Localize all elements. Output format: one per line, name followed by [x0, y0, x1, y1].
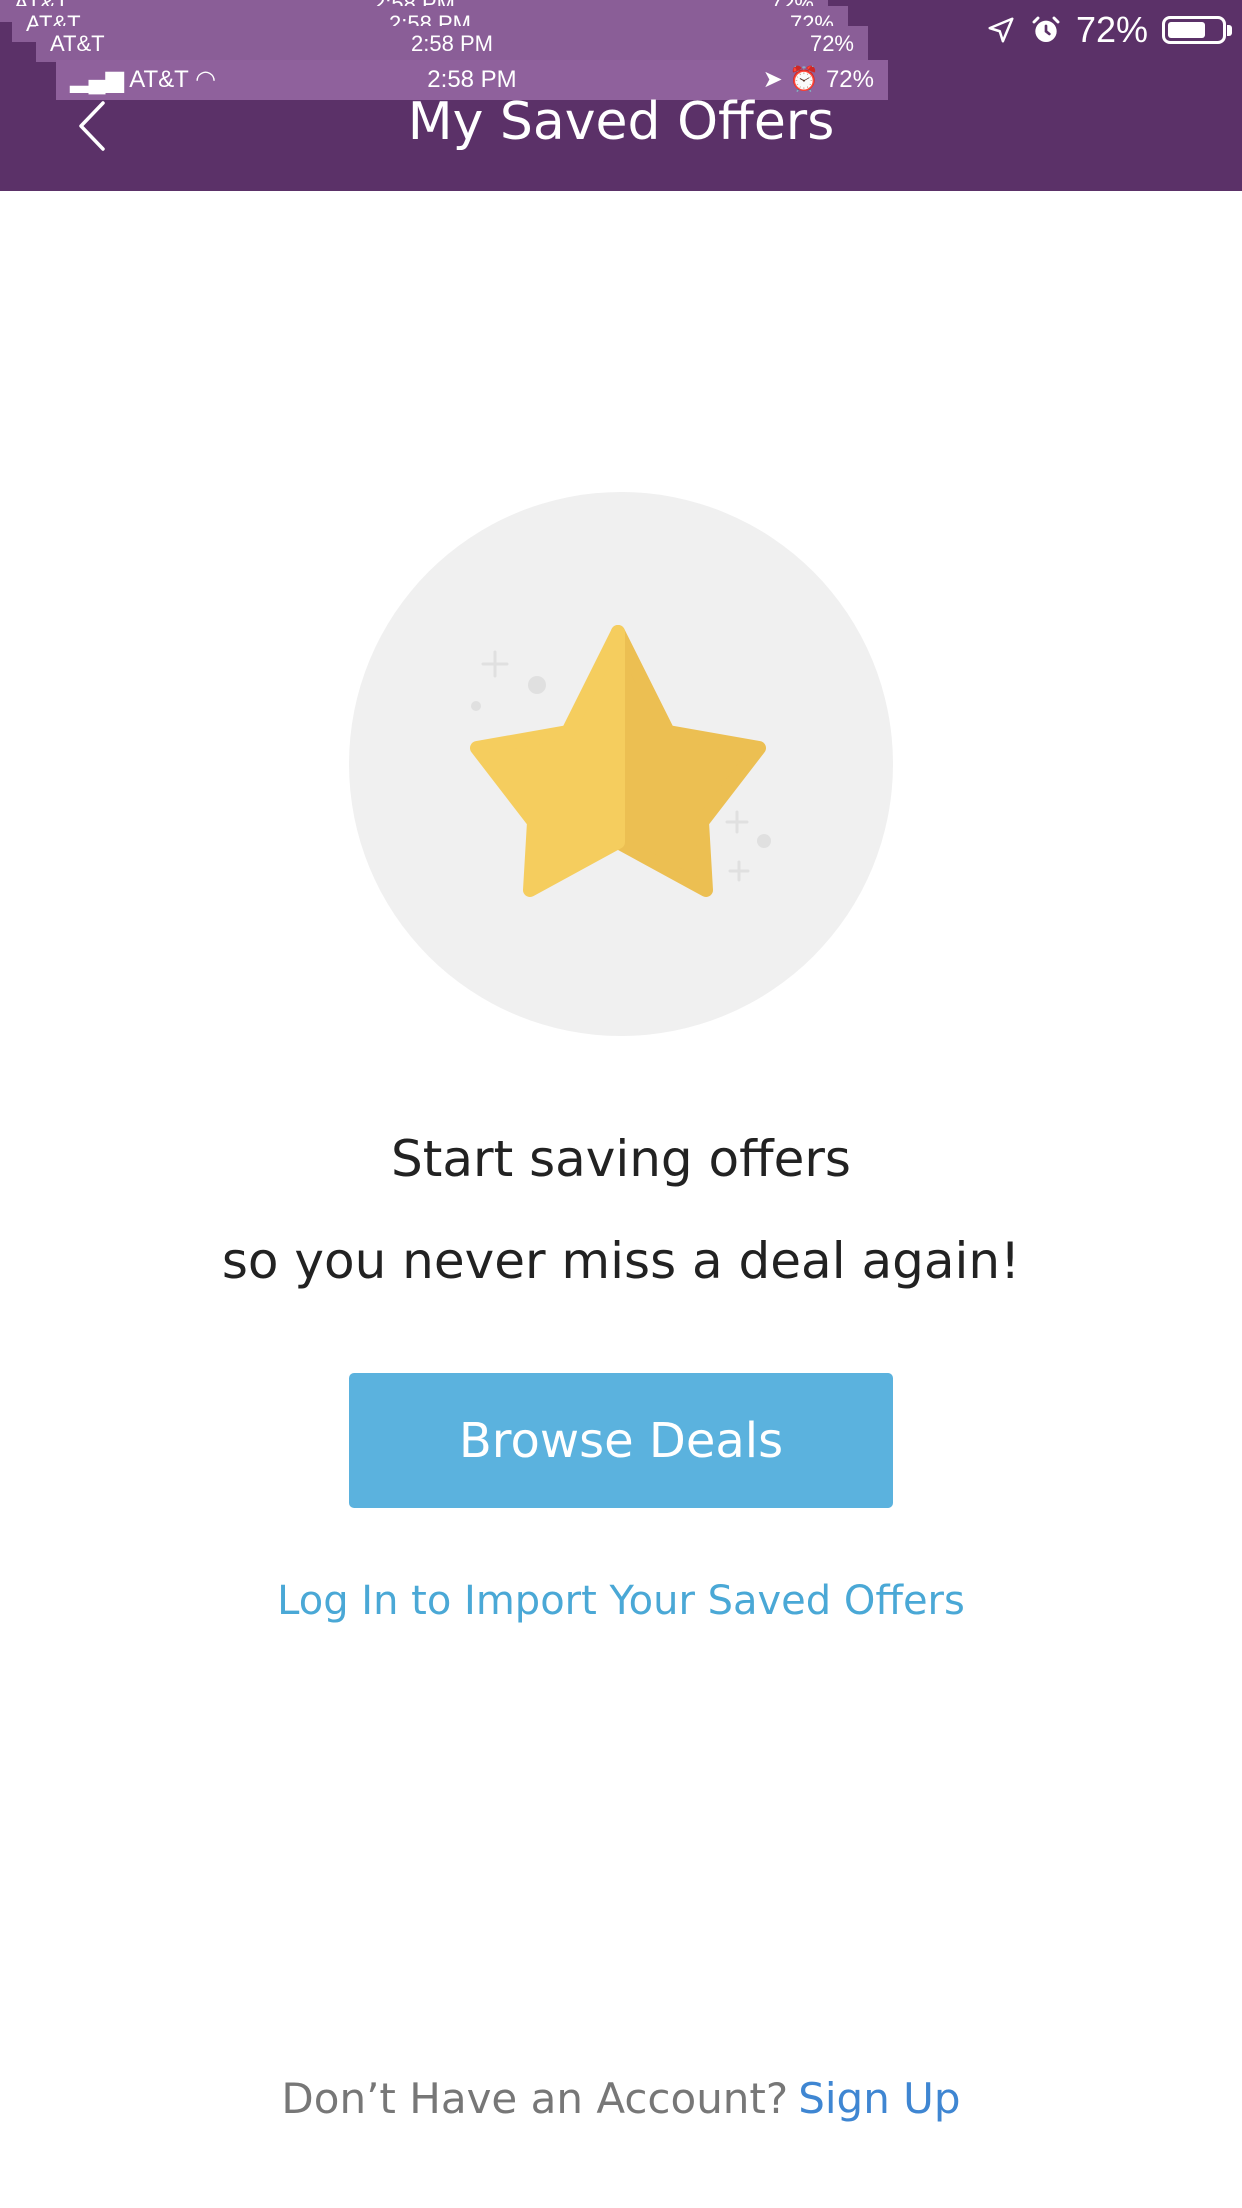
alarm-icon	[1032, 16, 1060, 42]
battery-percent: 72%	[1075, 9, 1148, 50]
battery-level	[1168, 22, 1205, 38]
location-icon	[988, 17, 1014, 43]
empty-state-illustration	[349, 492, 893, 1036]
location-icon: ➤	[762, 66, 783, 93]
empty-state-subtitle: so you never miss a deal again!	[221, 1232, 1021, 1290]
sign-up-link[interactable]: Sign Up	[798, 2074, 960, 2123]
signup-row: Don’t Have an Account? Sign Up	[0, 2074, 1242, 2123]
signup-prompt: Don’t Have an Account?	[281, 2074, 789, 2123]
page-title: My Saved Offers	[407, 92, 835, 152]
login-import-link[interactable]: Log In to Import Your Saved Offers	[0, 1578, 1242, 1624]
status-bar-ghost: AT&T 2:58 PM 72%	[36, 26, 868, 62]
star-illustration	[349, 492, 893, 1036]
time-label: 2:58 PM	[411, 31, 493, 56]
battery-label: 72%	[825, 66, 874, 93]
status-bar-right: 72%	[986, 8, 1232, 52]
empty-state-title: Start saving offers	[391, 1130, 851, 1188]
app-header: AT&T 2:58 PM 72% AT&T 2:58 PM 72% AT&T 2…	[0, 0, 1242, 191]
battery-label: 72%	[809, 31, 854, 56]
browse-deals-button[interactable]: Browse Deals	[349, 1373, 893, 1508]
battery-icon	[1162, 16, 1232, 44]
alarm-icon: ⏰	[789, 66, 820, 93]
